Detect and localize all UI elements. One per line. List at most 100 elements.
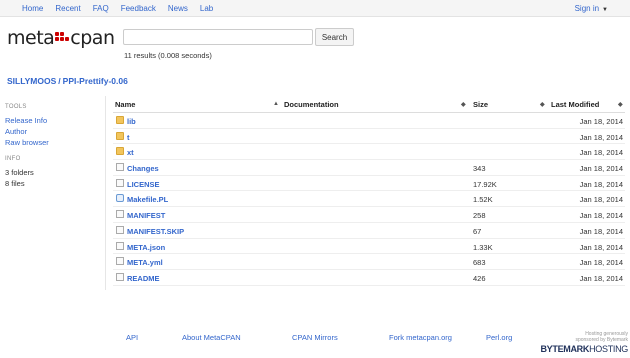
nav-link-lab[interactable]: Lab xyxy=(200,4,213,13)
sidebar-item-author[interactable]: Author xyxy=(5,126,100,137)
file-table: Name ▲ Documentation ◆ Size ◆ Last Modif… xyxy=(113,96,625,286)
file-name-link[interactable]: xt xyxy=(127,148,134,157)
file-icon xyxy=(116,272,124,281)
table-row: README 426 Jan 18, 2014 xyxy=(113,270,625,286)
file-name-link[interactable]: MANIFEST xyxy=(127,211,165,220)
footer-link-api[interactable]: API xyxy=(126,333,138,342)
file-date: Jan 18, 2014 xyxy=(579,164,623,174)
bytemark-logo-bold: BYTEMARK xyxy=(540,344,590,354)
table-row: lib Jan 18, 2014 xyxy=(113,113,625,129)
nav-link-feedback[interactable]: Feedback xyxy=(121,4,156,13)
table-row: MANIFEST 258 Jan 18, 2014 xyxy=(113,207,625,223)
table-row: Makefile.PL 1.52K Jan 18, 2014 xyxy=(113,191,625,208)
footer-link-about[interactable]: About MetaCPAN xyxy=(182,333,241,342)
breadcrumb-author[interactable]: SILLYMOOS xyxy=(7,76,56,86)
file-date: Jan 18, 2014 xyxy=(579,273,623,283)
file-icon xyxy=(116,225,124,234)
breadcrumb-release[interactable]: PPI-Prettify-0.06 xyxy=(63,76,128,86)
results-count: 11 results (0.008 seconds) xyxy=(124,51,212,60)
sidebar-item-release-info[interactable]: Release Info xyxy=(5,115,100,126)
footer-link-fork[interactable]: Fork metacpan.org xyxy=(389,333,452,342)
breadcrumb-separator: / xyxy=(58,76,61,86)
file-name-link[interactable]: t xyxy=(127,133,130,142)
folder-icon xyxy=(116,131,124,140)
sidebar-info-folders: 3 folders xyxy=(5,168,34,177)
bytemark-logo: BYTEMARKHOSTING xyxy=(540,344,628,354)
file-date: Jan 18, 2014 xyxy=(579,179,623,189)
file-size: 683 xyxy=(473,258,486,268)
file-name-link[interactable]: lib xyxy=(127,117,136,126)
table-row: MANIFEST.SKIP 67 Jan 18, 2014 xyxy=(113,223,625,239)
file-date: Jan 18, 2014 xyxy=(579,226,623,236)
file-date: Jan 18, 2014 xyxy=(579,132,623,142)
table-row: META.yml 683 Jan 18, 2014 xyxy=(113,254,625,270)
column-header-documentation[interactable]: Documentation xyxy=(284,100,339,109)
footer-link-mirrors[interactable]: CPAN Mirrors xyxy=(292,333,338,342)
hosting-line-2: sponsored by Bytemark xyxy=(575,337,628,343)
file-name-link[interactable]: LICENSE xyxy=(127,180,160,189)
table-row: xt Jan 18, 2014 xyxy=(113,144,625,161)
sidebar-item-raw-browser[interactable]: Raw browser xyxy=(5,137,100,148)
file-date: Jan 18, 2014 xyxy=(579,195,623,205)
logo-text-meta: meta xyxy=(7,27,55,49)
metacpan-logo[interactable]: meta cpan xyxy=(7,27,115,49)
file-icon xyxy=(116,257,124,266)
folder-icon xyxy=(116,147,124,156)
sort-ascending-icon[interactable]: ▲ xyxy=(273,101,279,107)
sort-both-icon[interactable]: ◆ xyxy=(618,101,623,108)
nav-link-recent[interactable]: Recent xyxy=(55,4,80,13)
file-size: 1.33K xyxy=(473,242,493,252)
top-navbar: Home Recent FAQ Feedback News Lab Sign i… xyxy=(0,0,630,17)
file-size: 426 xyxy=(473,273,486,283)
file-name-link[interactable]: Makefile.PL xyxy=(127,195,168,204)
sort-both-icon[interactable]: ◆ xyxy=(461,101,466,108)
bytemark-logo-light: HOSTING xyxy=(589,344,628,354)
file-date: Jan 18, 2014 xyxy=(579,258,623,268)
file-date: Jan 18, 2014 xyxy=(579,211,623,221)
sidebar-info-files: 8 files xyxy=(5,179,25,188)
sidebar-info-header: INFO xyxy=(5,156,21,162)
file-size: 17.92K xyxy=(473,179,497,189)
sign-in-label: Sign in xyxy=(574,4,600,13)
file-name-link[interactable]: MANIFEST.SKIP xyxy=(127,227,184,236)
caret-down-icon: ▼ xyxy=(602,7,608,13)
file-date: Jan 18, 2014 xyxy=(579,117,623,126)
file-icon xyxy=(116,163,124,172)
perl-file-icon xyxy=(116,194,124,203)
search-button[interactable]: Search xyxy=(315,28,354,46)
nav-link-news[interactable]: News xyxy=(168,4,188,13)
file-name-link[interactable]: META.json xyxy=(127,243,165,252)
table-row: t Jan 18, 2014 xyxy=(113,129,625,145)
sidebar-divider xyxy=(105,96,106,290)
file-name-link[interactable]: README xyxy=(127,274,160,283)
file-date: Jan 18, 2014 xyxy=(579,148,623,158)
table-header: Name ▲ Documentation ◆ Size ◆ Last Modif… xyxy=(113,96,625,113)
table-row: META.json 1.33K Jan 18, 2014 xyxy=(113,239,625,255)
table-row: Changes 343 Jan 18, 2014 xyxy=(113,160,625,176)
logo-dots-icon xyxy=(55,31,70,45)
nav-link-faq[interactable]: FAQ xyxy=(93,4,109,13)
file-size: 258 xyxy=(473,211,486,221)
file-size: 343 xyxy=(473,164,486,174)
file-icon xyxy=(116,241,124,250)
breadcrumb: SILLYMOOS / PPI-Prettify-0.06 xyxy=(7,76,128,86)
file-name-link[interactable]: META.yml xyxy=(127,258,163,267)
footer-link-perl[interactable]: Perl.org xyxy=(486,333,512,342)
sign-in-menu[interactable]: Sign in ▼ xyxy=(575,4,608,13)
nav-link-home[interactable]: Home xyxy=(22,4,43,13)
sidebar: TOOLS Release Info Author Raw browser IN… xyxy=(5,104,100,189)
file-size: 67 xyxy=(473,226,482,236)
column-header-size[interactable]: Size xyxy=(473,100,488,109)
search-input[interactable] xyxy=(123,29,313,45)
nav-links: Home Recent FAQ Feedback News Lab xyxy=(22,4,225,13)
sidebar-tools-header: TOOLS xyxy=(5,104,27,110)
hosting-sponsor[interactable]: Hosting generously sponsored by Bytemark… xyxy=(540,331,628,354)
file-icon xyxy=(116,178,124,187)
file-name-link[interactable]: Changes xyxy=(127,164,159,173)
file-date: Jan 18, 2014 xyxy=(579,242,623,252)
file-icon xyxy=(116,210,124,219)
column-header-last-modified[interactable]: Last Modified xyxy=(551,100,599,109)
sort-both-icon[interactable]: ◆ xyxy=(540,101,545,108)
folder-icon xyxy=(116,116,124,124)
column-header-name[interactable]: Name xyxy=(115,100,135,109)
